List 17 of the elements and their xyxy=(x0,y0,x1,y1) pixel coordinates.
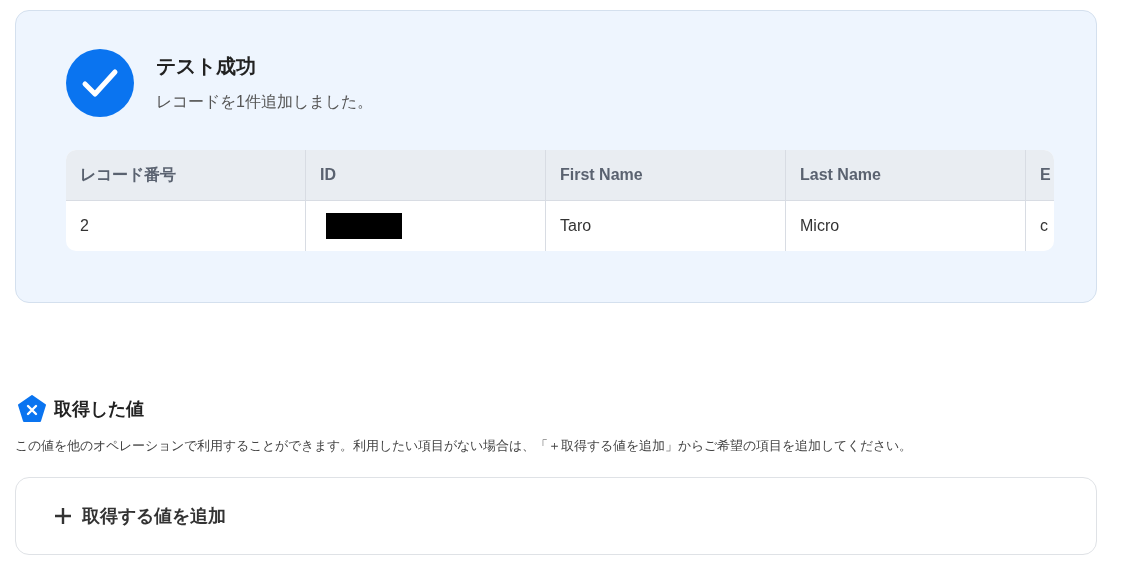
section-title: 取得した値 xyxy=(54,398,144,421)
variable-icon xyxy=(17,395,47,423)
result-message: レコードを1件追加しました。 xyxy=(156,92,373,112)
table-cell: 2 xyxy=(80,217,89,235)
table-cell: Micro xyxy=(800,217,840,235)
plus-icon xyxy=(54,507,72,525)
add-value-button[interactable]: 取得する値を追加 xyxy=(15,477,1097,555)
result-title: テスト成功 xyxy=(156,54,257,79)
table-cell: c xyxy=(1040,217,1048,235)
column-header: E xyxy=(1026,150,1054,201)
check-icon xyxy=(66,49,134,117)
section-description: この値を他のオペレーションで利用することができます。利用したい項目がない場合は、「＋取得する値を追加」からご希望の項目を追加してください。 xyxy=(15,437,913,455)
column-header: First Name xyxy=(546,150,786,201)
column-header: Last Name xyxy=(786,150,1026,201)
column-header: レコード番号 xyxy=(66,150,306,201)
column-header: ID xyxy=(306,150,546,201)
table-cell: Taro xyxy=(560,217,592,235)
